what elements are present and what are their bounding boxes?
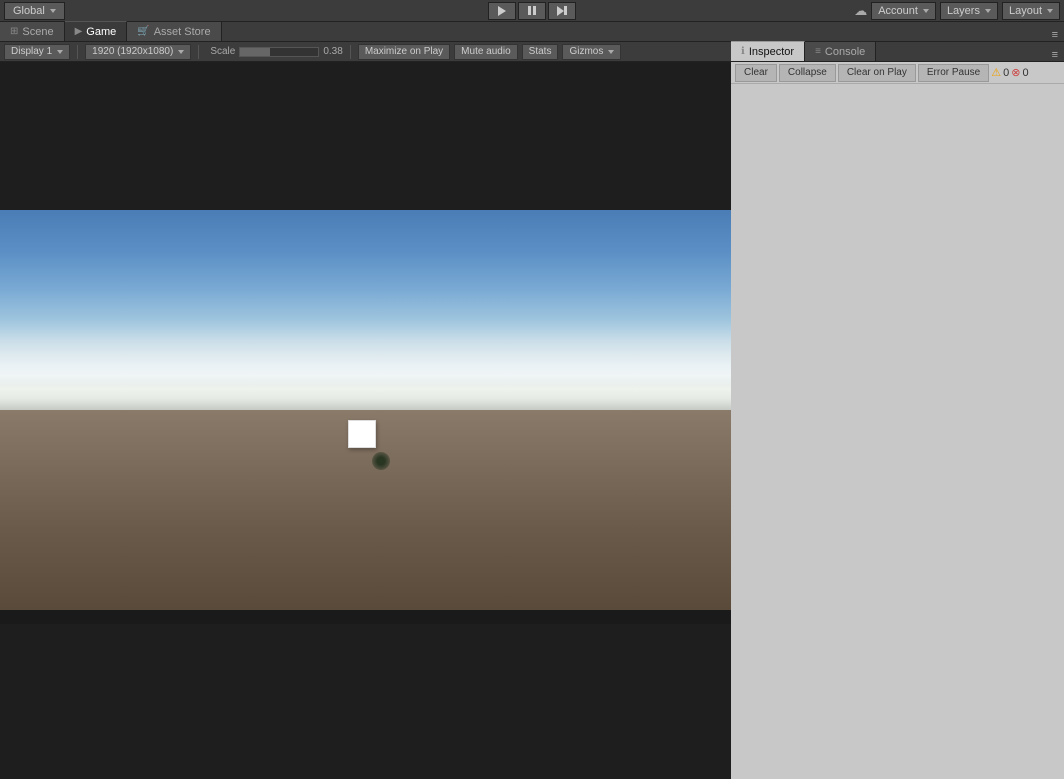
- asset-store-tab-icon: 🛒: [137, 26, 149, 37]
- warning-count: 0: [1003, 67, 1009, 79]
- tab-scene[interactable]: ⊞ Scene: [0, 21, 65, 41]
- clear-on-play-label: Clear on Play: [847, 67, 907, 78]
- toolbar-left: Global: [4, 2, 65, 20]
- white-cube: [348, 420, 376, 448]
- tab-game[interactable]: ▶ Game: [65, 21, 128, 41]
- right-content: [731, 84, 1064, 779]
- tab-inspector[interactable]: ℹ Inspector: [731, 41, 805, 61]
- global-dropdown-arrow: [50, 9, 56, 13]
- console-tab-label: Console: [825, 46, 865, 58]
- toolbar-center: [488, 2, 576, 20]
- display-button[interactable]: Display 1: [4, 44, 70, 60]
- black-bar-top: [0, 62, 731, 210]
- clear-on-play-button[interactable]: Clear on Play: [838, 64, 916, 82]
- warning-icon: ⚠: [991, 66, 1001, 79]
- gizmos-dropdown-arrow: [608, 50, 614, 54]
- scale-value: 0.38: [323, 46, 342, 57]
- gizmos-label: Gizmos: [569, 46, 603, 57]
- game-viewport: [0, 62, 731, 779]
- main-content: Display 1 1920 (1920x1080) Scale 0.38 Ma…: [0, 42, 1064, 779]
- layout-button[interactable]: Layout: [1002, 2, 1060, 20]
- step-button[interactable]: [548, 2, 576, 20]
- mute-button[interactable]: Mute audio: [454, 44, 517, 60]
- tab-console[interactable]: ≡ Console: [805, 41, 876, 61]
- game-toolbar: Display 1 1920 (1920x1080) Scale 0.38 Ma…: [0, 42, 731, 62]
- scene-tab-icon: ⊞: [10, 26, 18, 37]
- scene-tab-label: Scene: [22, 26, 53, 38]
- resolution-dropdown-arrow: [178, 50, 184, 54]
- layout-label: Layout: [1009, 5, 1042, 17]
- display-dropdown-arrow: [57, 50, 63, 54]
- maximize-button[interactable]: Maximize on Play: [358, 44, 450, 60]
- error-icon: ⊗: [1011, 66, 1020, 79]
- stats-label: Stats: [529, 46, 552, 57]
- resolution-label: 1920 (1920x1080): [92, 46, 173, 57]
- scale-label: Scale: [210, 46, 235, 57]
- global-button[interactable]: Global: [4, 2, 65, 20]
- tab-more-button[interactable]: ≡: [1046, 29, 1064, 41]
- layout-dropdown-arrow: [1047, 9, 1053, 13]
- horizon-glow: [0, 380, 731, 410]
- black-bar-bottom: [0, 624, 731, 779]
- console-tab-icon: ≡: [815, 46, 821, 57]
- maximize-label: Maximize on Play: [365, 46, 443, 57]
- display-label: Display 1: [11, 46, 52, 57]
- tab-asset-store[interactable]: 🛒 Asset Store: [127, 21, 221, 41]
- play-icon: [498, 6, 506, 16]
- layers-dropdown-arrow: [985, 9, 991, 13]
- scale-slider[interactable]: [239, 47, 319, 57]
- collapse-label: Collapse: [788, 67, 827, 78]
- account-button[interactable]: Account: [871, 2, 936, 20]
- toolbar-right: ☁ Account Layers Layout: [854, 2, 1060, 20]
- error-pause-button[interactable]: Error Pause: [918, 64, 989, 82]
- resolution-button[interactable]: 1920 (1920x1080): [85, 44, 191, 60]
- layers-button[interactable]: Layers: [940, 2, 998, 20]
- inspector-tab-icon: ℹ: [741, 46, 745, 57]
- layers-label: Layers: [947, 5, 980, 17]
- game-scene: [0, 210, 731, 610]
- account-label: Account: [878, 5, 918, 17]
- error-count: 0: [1022, 67, 1028, 79]
- game-tab-label: Game: [86, 26, 116, 38]
- collapse-button[interactable]: Collapse: [779, 64, 836, 82]
- play-button[interactable]: [488, 2, 516, 20]
- toolbar-divider-1: [77, 45, 78, 59]
- clear-label: Clear: [744, 67, 768, 78]
- right-panel: ℹ Inspector ≡ Console ≡ Clear Collapse C…: [731, 42, 1064, 779]
- right-tab-bar: ℹ Inspector ≡ Console ≡: [731, 42, 1064, 62]
- pause-button[interactable]: [518, 2, 546, 20]
- step-icon: [557, 6, 567, 16]
- toolbar-divider-2: [198, 45, 199, 59]
- pause-icon: [528, 6, 536, 15]
- global-label: Global: [13, 5, 45, 17]
- asset-store-tab-label: Asset Store: [154, 26, 211, 38]
- clear-button[interactable]: Clear: [735, 64, 777, 82]
- stats-button[interactable]: Stats: [522, 44, 559, 60]
- mute-label: Mute audio: [461, 46, 510, 57]
- right-toolbar: Clear Collapse Clear on Play Error Pause…: [731, 62, 1064, 84]
- account-dropdown-arrow: [923, 9, 929, 13]
- cloud-icon: ☁: [854, 3, 867, 19]
- top-toolbar: Global ☁ Account Layers: [0, 0, 1064, 22]
- main-tab-bar: ⊞ Scene ▶ Game 🛒 Asset Store ≡: [0, 22, 1064, 42]
- gizmos-button[interactable]: Gizmos: [562, 44, 621, 60]
- toolbar-divider-3: [350, 45, 351, 59]
- error-pause-label: Error Pause: [927, 67, 980, 78]
- right-tab-more[interactable]: ≡: [1046, 49, 1064, 61]
- game-panel: Display 1 1920 (1920x1080) Scale 0.38 Ma…: [0, 42, 731, 779]
- inspector-tab-label: Inspector: [749, 46, 794, 58]
- game-tab-icon: ▶: [75, 26, 83, 37]
